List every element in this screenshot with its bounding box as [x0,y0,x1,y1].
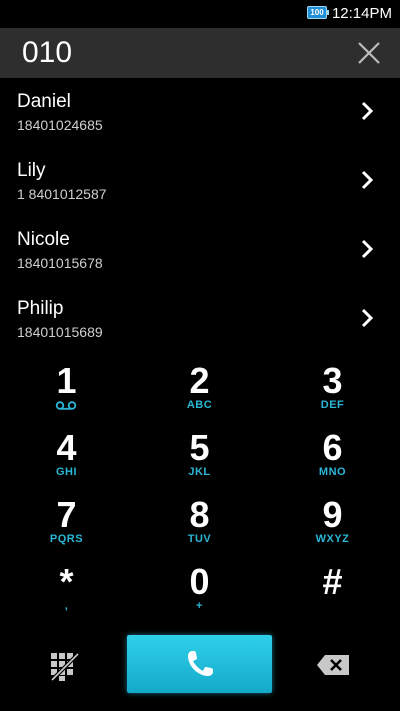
chevron-right-icon[interactable] [360,238,374,260]
contact-row-philip[interactable]: Philip 18401015689 [0,285,400,354]
key-letters: ABC [186,399,213,411]
contact-number: 18401015678 [17,255,103,271]
dialpad-icon[interactable] [50,652,80,682]
dial-input-bar[interactable]: 010 [0,28,400,78]
key-letters: DEF [320,399,345,411]
key-4[interactable]: 4 GHI [0,425,133,492]
key-digit: 1 [56,360,77,401]
key-letters: TUV [187,533,212,545]
status-clock: 12:14PM [331,5,392,22]
key-digit: 0 [189,561,210,602]
key-digit: 4 [56,427,77,468]
key-7[interactable]: 7 PQRS [0,492,133,559]
key-letters: MNO [318,466,347,478]
key-digit: 2 [189,360,210,401]
key-digit: 3 [322,360,343,401]
contact-number: 18401015689 [17,324,103,340]
key-3[interactable]: 3 DEF [266,358,399,425]
key-letters: JKL [188,466,211,478]
voicemail-icon [55,401,77,410]
contact-name: Lily [17,160,46,181]
chevron-right-icon[interactable] [360,307,374,329]
contact-row-daniel[interactable]: Daniel 18401024685 [0,78,400,147]
key-digit: 7 [56,494,77,535]
dialer-action-bar [0,632,400,711]
key-9[interactable]: 9 WXYZ [266,492,399,559]
key-letters: + [196,600,203,612]
phone-icon [188,651,213,676]
key-8[interactable]: 8 TUV [133,492,266,559]
key-letters: , [64,600,69,612]
contact-number: 18401024685 [17,117,103,133]
key-6[interactable]: 6 MNO [266,425,399,492]
dial-number-field[interactable]: 010 [22,36,72,70]
contact-name: Nicole [17,229,70,250]
close-icon[interactable] [356,40,382,66]
battery-level: 100 [310,8,324,17]
key-0[interactable]: 0 + [133,559,266,626]
status-bar: 100 12:14PM [0,0,400,28]
contact-row-nicole[interactable]: Nicole 18401015678 [0,216,400,285]
contact-number: 1 8401012587 [17,186,107,202]
key-digit: # [322,561,343,602]
contact-name: Philip [17,298,64,319]
contact-row-lily[interactable]: Lily 1 8401012587 [0,147,400,216]
key-digit: 5 [189,427,210,468]
key-digit: 6 [322,427,343,468]
key-2[interactable]: 2 ABC [133,358,266,425]
backspace-icon[interactable] [316,654,350,676]
key-digit: * [59,561,74,602]
contact-name: Daniel [17,91,71,112]
key-letters: GHI [55,466,78,478]
key-digit: 9 [322,494,343,535]
battery-icon: 100 [307,6,329,19]
key-hash[interactable]: # [266,559,399,626]
key-1[interactable]: 1 [0,358,133,425]
dial-keypad: 1 2 ABC 3 DEF 4 GHI 5 JKL 6 MNO 7 PQRS 8… [0,358,400,626]
call-button[interactable] [127,635,272,693]
key-digit: 8 [189,494,210,535]
chevron-right-icon[interactable] [360,100,374,122]
chevron-right-icon[interactable] [360,169,374,191]
key-5[interactable]: 5 JKL [133,425,266,492]
key-letters: WXYZ [315,533,350,545]
key-letters: PQRS [49,533,84,545]
key-star[interactable]: * , [0,559,133,626]
contact-suggestions-list: Daniel 18401024685 Lily 1 8401012587 Nic… [0,78,400,354]
